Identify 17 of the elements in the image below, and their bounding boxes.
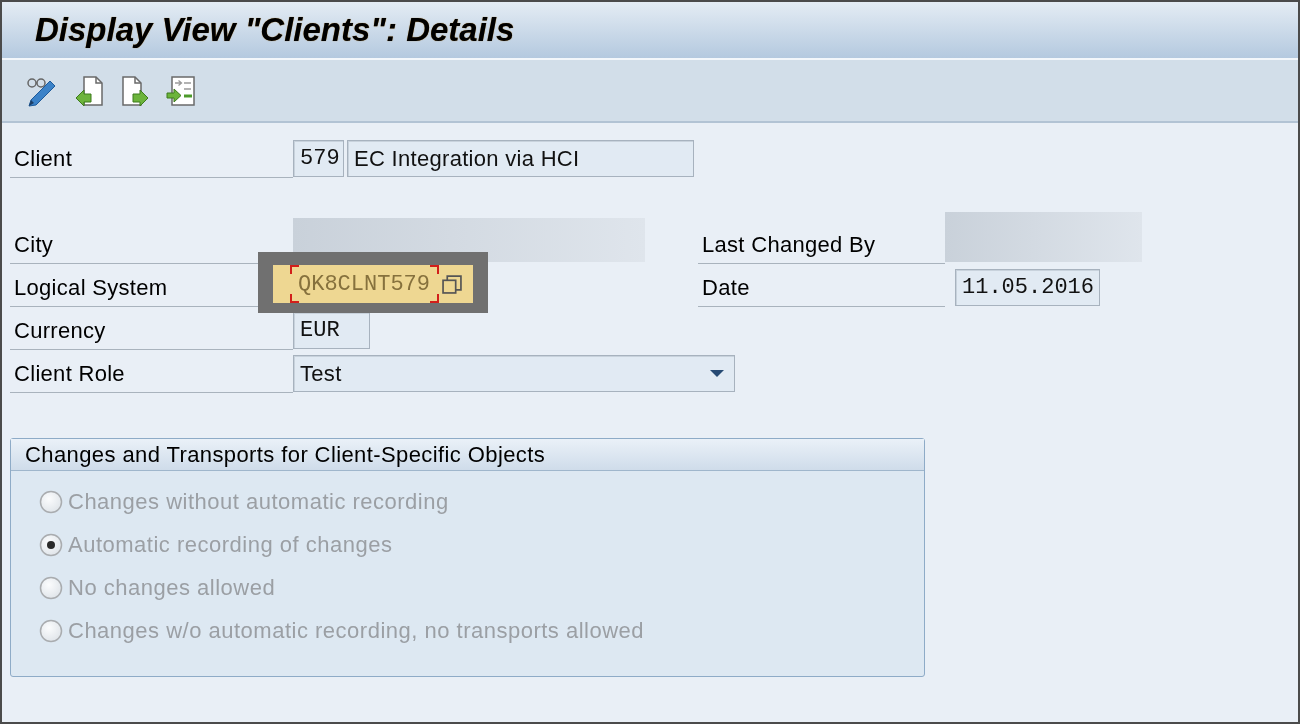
client-number-field[interactable]: 579 xyxy=(293,140,344,177)
client-description-field[interactable]: EC Integration via HCI xyxy=(347,140,694,177)
document-left-arrow-icon[interactable] xyxy=(74,74,104,107)
option-label: No changes allowed xyxy=(68,574,276,602)
option-label: Changes w/o automatic recording, no transports allowed xyxy=(68,617,645,645)
list-arrow-icon[interactable] xyxy=(166,74,196,107)
document-right-arrow-icon[interactable] xyxy=(120,74,150,107)
currency-field[interactable]: EUR xyxy=(293,312,370,349)
option-label: Changes without automatic recording xyxy=(68,488,449,516)
client-role-dropdown[interactable]: Test xyxy=(293,355,735,392)
window-title: Display View "Clients": Details xyxy=(35,10,515,50)
dropdown-caret-icon[interactable] xyxy=(710,370,724,377)
date-field[interactable]: 11.05.2016 xyxy=(955,269,1100,306)
field-label: Date xyxy=(698,269,945,307)
group-box-title: Changes and Transports for Client-Specific Objects xyxy=(11,439,924,471)
option-label: Automatic recording of changes xyxy=(68,531,393,559)
copy-icon[interactable] xyxy=(442,274,463,294)
